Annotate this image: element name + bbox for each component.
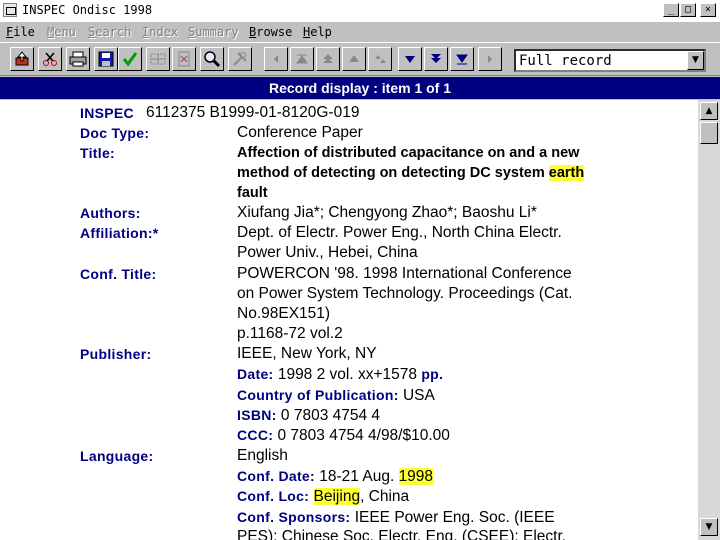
highlight-1998: 1998 [398,468,434,485]
scroll-up-button[interactable]: ▲ [700,102,718,120]
conf-sponsors-line-2: PES); Chinese Soc. Electr. Eng. (CSEE); … [237,528,567,540]
highlight-earth: earth [548,165,585,181]
ccc-value: CCC: 0 7803 4754 4/98/$10.00 [237,427,450,444]
search-icon[interactable] [200,47,224,71]
menu-summary[interactable]: Summary [188,25,239,39]
conf-title-line-3: No.98EX151) [237,305,331,322]
last-icon[interactable] [450,47,474,71]
authors-value: Xiufang Jia*; Chengyong Zhao*; Baoshu Li… [237,204,537,221]
chevron-down-icon[interactable]: ▼ [687,51,704,70]
down-icon[interactable] [398,47,422,71]
check-icon[interactable] [118,47,142,71]
title-label: Title: [80,145,115,161]
maximize-button[interactable]: □ [680,3,696,17]
publisher-label: Publisher: [80,346,152,362]
doc-type-label: Doc Type: [80,125,150,141]
affiliation-line-2: Power Univ., Hebei, China [237,244,418,261]
conf-title-line-1: POWERCON '98. 1998 International Confere… [237,265,572,282]
menu-menu[interactable]: Menu [47,25,76,39]
isbn-value: ISBN: 0 7803 4754 4 [237,407,381,424]
conf-sponsors-value: Conf. Sponsors: IEEE Power Eng. Soc. (IE… [237,509,555,526]
minimize-button[interactable]: _ [663,3,679,17]
page-down-icon[interactable] [424,47,448,71]
title-bar: INSPEC Ondisc 1998 _ □ × [0,0,720,23]
up-step-icon[interactable] [368,47,392,71]
record-format-select[interactable]: Full record ▼ [514,49,706,72]
next-icon[interactable] [478,47,502,71]
scroll-down-button[interactable]: ▼ [700,518,718,536]
db-label: INSPEC [80,105,134,121]
conf-title-line-4: p.1168-72 vol.2 [237,325,343,342]
title-line-1: Affection of distributed capacitance on … [237,145,580,161]
highlight-beijing: Beijing [313,488,361,505]
publisher-value: IEEE, New York, NY [237,345,377,362]
menu-index[interactable]: Index [142,25,178,39]
toolbar: Full record ▼ [0,42,720,76]
language-value: English [237,447,288,464]
tools-icon[interactable] [228,47,252,71]
vertical-scrollbar[interactable]: ▲ ▼ [698,100,720,540]
conf-title-line-2: on Power System Technology. Proceedings … [237,285,573,302]
db-value: 6112375 B1999-01-8120G-019 [146,104,360,121]
menu-search[interactable]: Search [88,25,131,39]
up-icon[interactable] [342,47,366,71]
language-label: Language: [80,448,154,464]
menu-file[interactable]: File [6,25,35,39]
country-value: Country of Publication: USA [237,387,435,404]
app-window: INSPEC Ondisc 1998 _ □ × File Menu Searc… [0,0,720,540]
doc-type-value: Conference Paper [237,124,363,141]
window-title: INSPEC Ondisc 1998 [22,3,153,17]
page-up-icon[interactable] [316,47,340,71]
prev-icon[interactable] [264,47,288,71]
menu-bar: File Menu Search Index Summary Browse He… [0,22,720,42]
affiliation-label: Affiliation:* [80,225,159,241]
first-icon[interactable] [290,47,314,71]
save-icon[interactable] [94,47,118,71]
close-button[interactable]: × [700,3,716,17]
export-icon[interactable] [10,47,34,71]
title-line-3: fault [237,185,268,201]
date-value: Date: 1998 2 vol. xx+1578 pp. [237,366,444,383]
record-content: INSPEC 6112375 B1999-01-8120G-019 Doc Ty… [0,100,698,540]
menu-browse[interactable]: Browse [249,25,292,39]
scroll-thumb[interactable] [700,122,718,144]
conf-loc-value: Conf. Loc: Beijing, China [237,488,410,505]
affiliation-line-1: Dept. of Electr. Power Eng., North China… [237,224,562,241]
print-icon[interactable] [66,47,90,71]
menu-help[interactable]: Help [303,25,332,39]
scissors-icon[interactable] [38,47,62,71]
record-format-value: Full record [519,53,612,69]
conf-date-value: Conf. Date: 18-21 Aug. 1998 [237,468,434,485]
grid-icon[interactable] [146,47,170,71]
title-line-2: method of detecting on detecting DC syst… [237,165,585,181]
app-icon[interactable] [3,3,17,17]
authors-label: Authors: [80,205,141,221]
clear-icon[interactable] [172,47,196,71]
conf-title-label: Conf. Title: [80,266,157,282]
record-display-header: Record display : item 1 of 1 [0,77,720,99]
